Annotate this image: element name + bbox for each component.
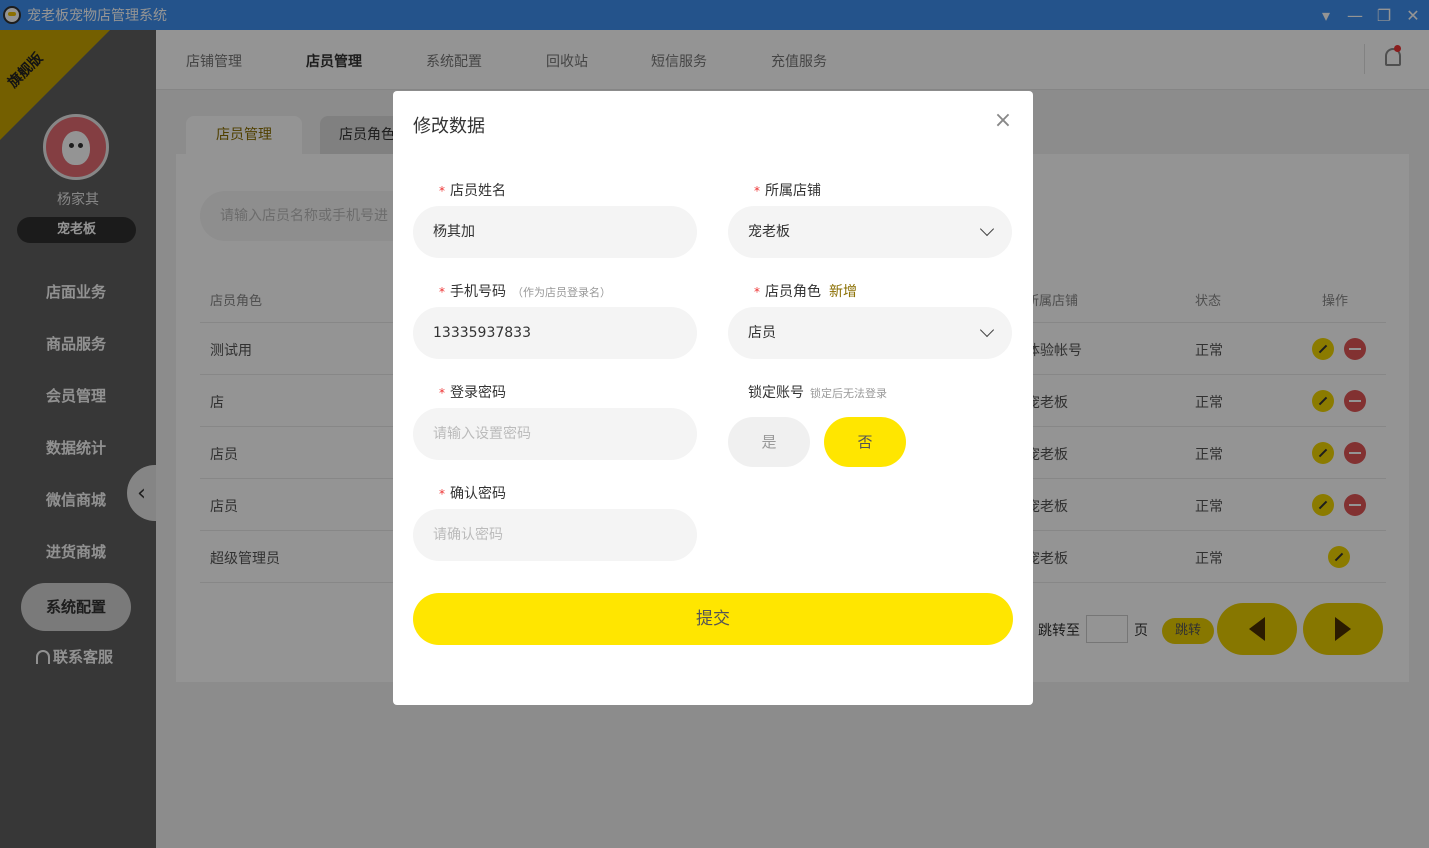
- lock-no-option[interactable]: 否: [824, 417, 906, 467]
- shop-select[interactable]: 宠老板: [728, 206, 1012, 258]
- role-label: * 店员角色 新增: [754, 284, 857, 300]
- close-icon[interactable]: ×: [993, 110, 1013, 132]
- password-field[interactable]: 请输入设置密码: [413, 408, 697, 460]
- lock-yes-option[interactable]: 是: [728, 417, 810, 467]
- modal-title: 修改数据: [413, 116, 485, 137]
- submit-button[interactable]: 提交: [413, 593, 1013, 645]
- add-role-link[interactable]: 新增: [829, 284, 857, 300]
- phone-label: * 手机号码 （作为店员登录名）: [439, 284, 611, 300]
- edit-staff-modal: 修改数据 × * 店员姓名 杨其加 * 所属店铺 宠老板 * 手机号码 （作为店员登录名…: [393, 91, 1033, 705]
- chevron-down-icon: [979, 322, 995, 338]
- phone-field[interactable]: 13335937833: [413, 307, 697, 359]
- role-select[interactable]: 店员: [728, 307, 1012, 359]
- staff-name-field[interactable]: 杨其加: [413, 206, 697, 258]
- confirm-password-field[interactable]: 请确认密码: [413, 509, 697, 561]
- lock-account-label: 锁定账号 锁定后无法登录: [748, 385, 887, 401]
- confirm-password-label: * 确认密码: [439, 486, 506, 502]
- staff-name-label: * 店员姓名: [439, 183, 506, 199]
- shop-label: * 所属店铺: [754, 183, 821, 199]
- password-label: * 登录密码: [439, 385, 506, 401]
- chevron-down-icon: [979, 221, 995, 237]
